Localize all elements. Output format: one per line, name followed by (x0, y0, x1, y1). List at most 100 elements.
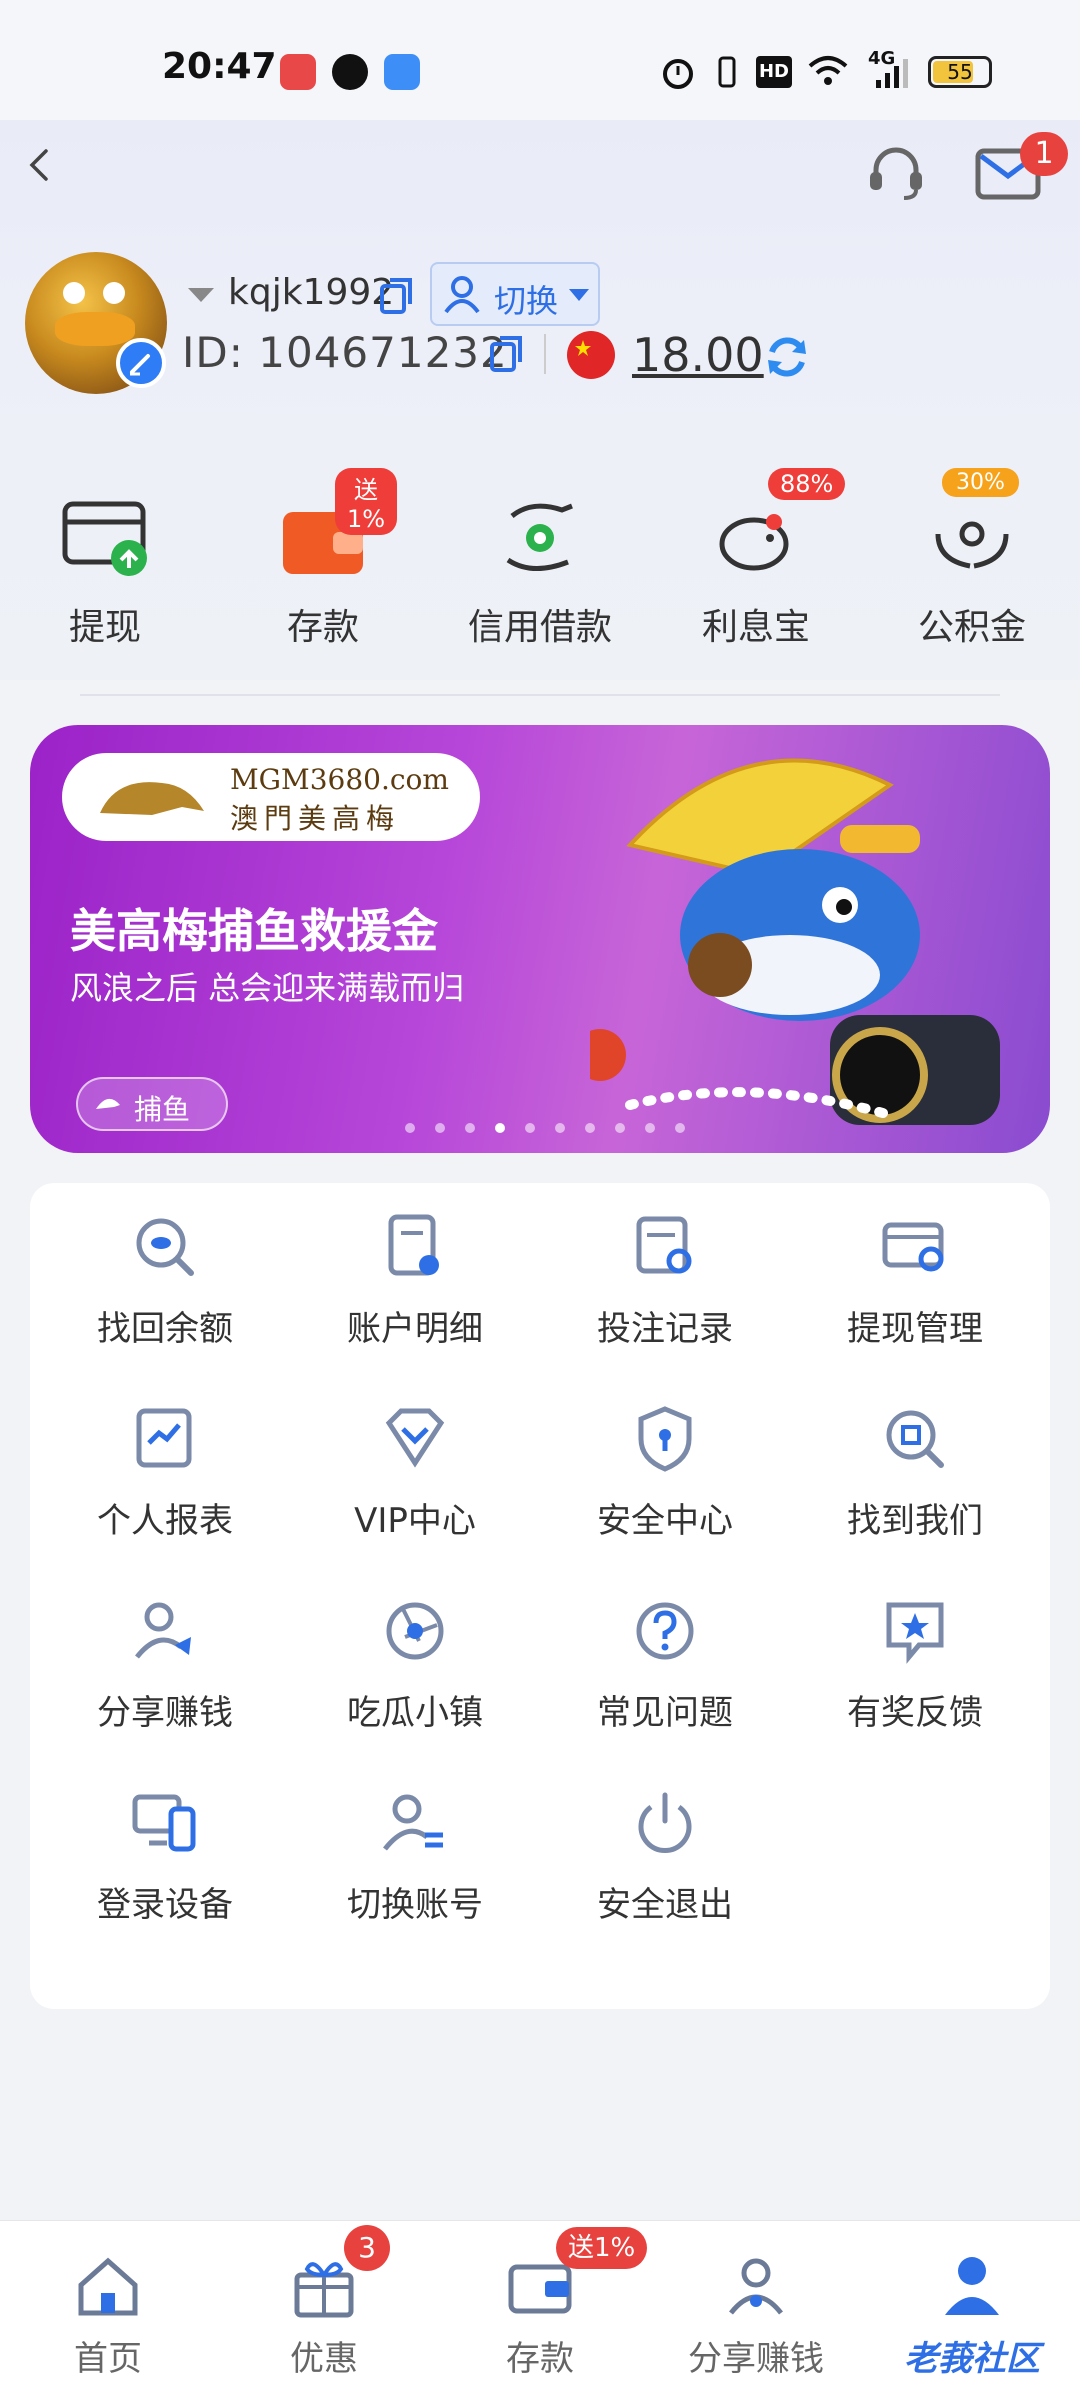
diamond-icon (385, 1408, 445, 1468)
nav-promotions[interactable]: 3 优惠 (216, 2221, 432, 2401)
group-icon (729, 2258, 783, 2315)
quick-action-credit-loan[interactable]: 信用借款 (440, 490, 640, 650)
nav-share-earn[interactable]: 分享赚钱 (648, 2221, 864, 2401)
menu-vip-center[interactable]: VIP中心 (290, 1375, 540, 1555)
nav-label: 老莪社区 (904, 2339, 1040, 2379)
promo-banner[interactable]: MGM3680.com 澳門美高梅 美高梅捕鱼救援金 风浪之后 总会迎来满载而归… (30, 725, 1050, 1153)
nav-profile[interactable]: 老莪社区 (864, 2221, 1080, 2401)
service-menu: 找回余额 账户明细 投注记录 提现管理 个人报表 VIP中心 安全中心 找到我们… (30, 1183, 1050, 2009)
hd-icon: HD (756, 56, 792, 88)
menu-label: 吃瓜小镇 (347, 1693, 483, 1733)
vip-rank-icon (188, 288, 214, 302)
menu-label: 账户明细 (347, 1309, 483, 1349)
refresh-icon[interactable] (762, 332, 812, 382)
banner-dot[interactable] (405, 1123, 415, 1133)
banner-dot[interactable] (465, 1123, 475, 1133)
app-icon (384, 54, 420, 90)
chat-icon (332, 54, 368, 90)
switch-label: 切换 (494, 282, 559, 320)
deposit-badge: 送1% (335, 468, 398, 535)
menu-label: 找回余额 (97, 1309, 233, 1349)
menu-label: 找到我们 (847, 1501, 983, 1541)
banner-title: 美高梅捕鱼救援金 (70, 904, 438, 958)
edit-avatar-button[interactable] (116, 338, 166, 388)
shield-icon (638, 1406, 692, 1472)
fund-badge: 30% (942, 468, 1019, 497)
menu-share-earn[interactable]: 分享赚钱 (40, 1567, 290, 1747)
menu-label: 投注记录 (597, 1309, 733, 1349)
banner-dot[interactable] (435, 1123, 445, 1133)
quick-action-withdraw[interactable]: 提现 (5, 490, 205, 650)
banner-fishing-button[interactable]: 捕鱼 (76, 1077, 228, 1131)
coin-search-icon (136, 1218, 194, 1276)
banner-dot[interactable] (525, 1123, 535, 1133)
menu-account-details[interactable]: 账户明细 (290, 1183, 540, 1363)
quick-action-label: 存款 (286, 607, 359, 648)
xiaohongshu-icon (280, 54, 316, 90)
banner-pagination (395, 1118, 695, 1137)
menu-label: 常见问题 (597, 1693, 733, 1733)
menu-security-center[interactable]: 安全中心 (540, 1375, 790, 1555)
menu-logout[interactable]: 安全退出 (540, 1759, 790, 1939)
menu-personal-report[interactable]: 个人报表 (40, 1375, 290, 1555)
menu-label: 安全中心 (597, 1501, 733, 1541)
banner-subtitle: 风浪之后 总会迎来满载而归 (70, 969, 465, 1007)
deposit-nav-badge: 送1% (556, 2227, 648, 2269)
battery-icon: 55 (928, 56, 992, 88)
menu-recover-balance[interactable]: 找回余额 (40, 1183, 290, 1363)
menu-label: 提现管理 (847, 1309, 983, 1349)
document-icon (388, 1214, 439, 1276)
customer-service-icon[interactable] (864, 140, 928, 204)
question-icon (636, 1602, 694, 1660)
card-settings-icon (882, 1222, 944, 1272)
power-icon (638, 1792, 692, 1853)
menu-label: 个人报表 (97, 1501, 233, 1541)
pencil-icon (130, 354, 150, 376)
banner-dot[interactable] (615, 1123, 625, 1133)
promotions-badge: 3 (344, 2225, 390, 2271)
status-time: 20:47 (162, 46, 277, 87)
user-icon (444, 276, 480, 314)
menu-withdraw-management[interactable]: 提现管理 (790, 1183, 1040, 1363)
quick-action-label: 信用借款 (467, 607, 612, 648)
nav-deposit[interactable]: 送1% 存款 (432, 2221, 648, 2401)
banner-dot[interactable] (495, 1123, 505, 1133)
copy-username-icon[interactable] (378, 276, 414, 316)
menu-feedback[interactable]: 有奖反馈 (790, 1567, 1040, 1747)
home-icon (78, 2257, 138, 2316)
signal-icon (876, 59, 908, 88)
menu-login-devices[interactable]: 登录设备 (40, 1759, 290, 1939)
fish-icon (96, 1098, 120, 1109)
username: kqjk1992 (228, 272, 395, 313)
divider-line (544, 334, 546, 374)
section-divider (80, 694, 1000, 696)
menu-faq[interactable]: 常见问题 (540, 1567, 790, 1747)
user-id: ID: 104671232 (182, 328, 508, 377)
quick-action-interest[interactable]: 88% 利息宝 (656, 468, 856, 650)
wallet-icon: 送1% (275, 468, 398, 586)
switch-account-button[interactable]: 切换 (430, 262, 600, 326)
record-search-icon (636, 1216, 692, 1274)
banner-dot[interactable] (555, 1123, 565, 1133)
banner-dot[interactable] (645, 1123, 655, 1133)
nav-label: 优惠 (290, 2339, 358, 2379)
nav-home[interactable]: 首页 (0, 2221, 216, 2401)
banner-dot[interactable] (675, 1123, 685, 1133)
battery-level: 55 (947, 60, 973, 84)
withdraw-card-icon (57, 490, 153, 586)
devices-icon (132, 1794, 196, 1852)
quick-action-deposit[interactable]: 送1% 存款 (223, 468, 423, 650)
copy-id-icon[interactable] (488, 334, 524, 374)
menu-label: VIP中心 (354, 1501, 476, 1541)
star-message-icon (886, 1602, 944, 1664)
menu-find-us[interactable]: 找到我们 (790, 1375, 1040, 1555)
menu-melon-town[interactable]: 吃瓜小镇 (290, 1567, 540, 1747)
banner-dot[interactable] (585, 1123, 595, 1133)
mail-badge: 1 (1020, 132, 1068, 176)
chart-icon (136, 1408, 192, 1468)
quick-action-provident-fund[interactable]: 30% 公积金 (872, 468, 1072, 650)
search-building-icon (886, 1410, 944, 1468)
menu-bet-records[interactable]: 投注记录 (540, 1183, 790, 1363)
back-icon[interactable] (20, 145, 60, 185)
menu-switch-account[interactable]: 切换账号 (290, 1759, 540, 1939)
